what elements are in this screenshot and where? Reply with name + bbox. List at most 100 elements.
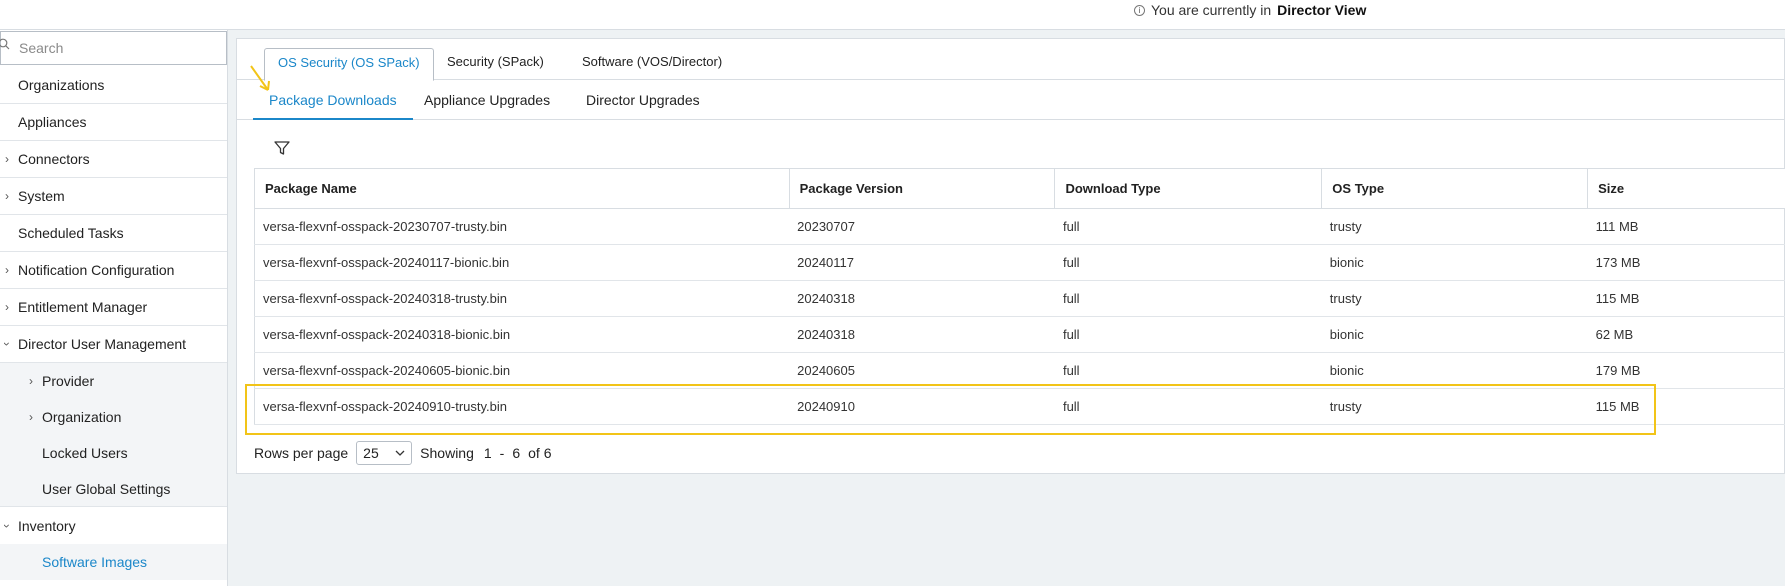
table-row[interactable]: versa-flexvnf-osspack-20240318-trusty.bi…: [254, 280, 1785, 317]
tab-label: Director Upgrades: [586, 92, 700, 108]
column-header[interactable]: Package Name: [254, 168, 790, 209]
sidebar: Organizations Appliances › Connectors › …: [0, 30, 228, 586]
sidebar-item-label: Notification Configuration: [18, 262, 175, 278]
download-type-cell: full: [1054, 208, 1322, 245]
sidebar-item-entitlement-manager[interactable]: › Entitlement Manager: [0, 289, 227, 326]
download-type-cell: full: [1054, 352, 1322, 389]
rows-per-page-select[interactable]: 25: [356, 441, 413, 465]
chevron-right-icon[interactable]: ›: [29, 374, 33, 388]
sidebar-item-scheduled-tasks[interactable]: Scheduled Tasks: [0, 215, 227, 252]
chevron-right-icon[interactable]: ›: [29, 410, 33, 424]
download-type-cell: full: [1054, 388, 1322, 425]
os-type-cell: bionic: [1321, 352, 1588, 389]
sidebar-item-label: Inventory: [18, 517, 76, 534]
showing-label: Showing: [420, 445, 474, 461]
download-type-cell: full: [1054, 244, 1322, 281]
packages-table: Package Name Package Version Download Ty…: [254, 168, 1785, 425]
sidebar-nav: Organizations Appliances › Connectors › …: [0, 67, 227, 580]
os-type-cell: trusty: [1321, 388, 1588, 425]
os-type-cell: bionic: [1321, 316, 1588, 353]
sidebar-item-label: Organizations: [18, 77, 105, 93]
table-row[interactable]: versa-flexvnf-osspack-20240605-bionic.bi…: [254, 352, 1785, 389]
chevron-right-icon[interactable]: ›: [5, 189, 9, 203]
tab-label: OS Security (OS SPack): [278, 55, 420, 70]
column-header[interactable]: Package Version: [788, 168, 1056, 209]
sidebar-item-label: User Global Settings: [42, 480, 171, 497]
chevron-right-icon[interactable]: ›: [5, 300, 9, 314]
sidebar-item-connectors[interactable]: › Connectors: [0, 141, 227, 178]
package-name-cell: versa-flexvnf-osspack-20240605-bionic.bi…: [254, 352, 790, 389]
tab-appliance-upgrades[interactable]: Appliance Upgrades: [408, 80, 566, 120]
sidebar-item-organization[interactable]: › Organization: [0, 399, 227, 435]
tab-security-spack[interactable]: Security (SPack): [434, 48, 557, 81]
rows-per-page-value: 25: [363, 445, 379, 461]
sidebar-item-label: Connectors: [18, 151, 90, 167]
top-banner: i You are currently in Director View: [0, 0, 1785, 30]
package-name-cell: versa-flexvnf-osspack-20240117-bionic.bi…: [254, 244, 790, 281]
package-name-cell: versa-flexvnf-osspack-20240318-bionic.bi…: [254, 316, 790, 353]
os-type-cell: trusty: [1321, 280, 1588, 317]
sidebar-item-label: Organization: [42, 409, 122, 425]
column-header[interactable]: OS Type: [1321, 168, 1589, 209]
chevron-down-icon: [395, 450, 405, 456]
table-row[interactable]: versa-flexvnf-osspack-20230707-trusty.bi…: [254, 208, 1785, 245]
sidebar-item-label: Appliances: [18, 114, 87, 130]
sidebar-item-label: System: [18, 188, 65, 204]
sidebar-item-label: Scheduled Tasks: [18, 225, 124, 241]
package-name-cell: versa-flexvnf-osspack-20240910-trusty.bi…: [254, 388, 790, 425]
column-header[interactable]: Size: [1587, 168, 1785, 209]
sidebar-item-organizations[interactable]: Organizations: [0, 67, 227, 104]
search-input[interactable]: [19, 40, 214, 56]
size-cell: 173 MB: [1587, 244, 1785, 281]
package-name-cell: versa-flexvnf-osspack-20230707-trusty.bi…: [254, 208, 790, 245]
sidebar-item-provider[interactable]: › Provider: [0, 363, 227, 399]
tab-label: Appliance Upgrades: [424, 92, 551, 108]
view-prefix: You are currently in: [1151, 2, 1272, 18]
sidebar-item-director-user-management[interactable]: › Director User Management: [0, 326, 227, 363]
download-type-cell: full: [1054, 316, 1322, 353]
sidebar-item-appliances[interactable]: Appliances: [0, 104, 227, 141]
tab-label: Package Downloads: [269, 92, 397, 108]
pagination: Rows per page 25 Showing 1 - 6 of 6: [254, 441, 552, 465]
sidebar-item-label: Provider: [42, 373, 95, 389]
sidebar-item-inventory[interactable]: › Inventory: [0, 507, 227, 544]
rows-per-page-label: Rows per page: [254, 445, 349, 461]
sidebar-item-label: Software Images: [42, 554, 148, 570]
tab-package-downloads[interactable]: Package Downloads: [253, 80, 413, 120]
sidebar-item-user-global-settings[interactable]: User Global Settings: [0, 471, 227, 507]
download-type-cell: full: [1054, 280, 1322, 317]
package-version-cell: 20240910: [789, 388, 1055, 425]
view-indicator: i You are currently in Director View: [1134, 2, 1366, 18]
filter-icon[interactable]: [274, 140, 290, 156]
view-name: Director View: [1277, 2, 1367, 18]
chevron-down-icon[interactable]: ›: [0, 524, 14, 528]
range-separator: -: [499, 445, 505, 461]
os-type-cell: bionic: [1321, 244, 1588, 281]
package-name-cell: versa-flexvnf-osspack-20240318-trusty.bi…: [254, 280, 790, 317]
tab-director-upgrades[interactable]: Director Upgrades: [570, 80, 716, 120]
info-icon: i: [1134, 4, 1145, 16]
chevron-down-icon[interactable]: ›: [0, 342, 14, 346]
column-header[interactable]: Download Type: [1054, 168, 1323, 209]
sidebar-item-notification-configuration[interactable]: › Notification Configuration: [0, 252, 227, 289]
secondary-tabs: Package Downloads Appliance Upgrades Dir…: [237, 80, 1785, 120]
sidebar-item-software-images[interactable]: Software Images: [0, 544, 227, 580]
size-cell: 115 MB: [1587, 280, 1785, 317]
tab-software-vos-director[interactable]: Software (VOS/Director): [569, 48, 735, 81]
search-box[interactable]: [0, 31, 227, 65]
range-start: 1: [483, 445, 492, 461]
os-type-cell: trusty: [1321, 208, 1588, 245]
table-row[interactable]: versa-flexvnf-osspack-20240910-trusty.bi…: [254, 388, 1785, 425]
chevron-right-icon[interactable]: ›: [5, 263, 9, 277]
size-cell: 62 MB: [1587, 316, 1785, 353]
tab-label: Security (SPack): [447, 54, 544, 69]
table-row[interactable]: versa-flexvnf-osspack-20240318-bionic.bi…: [254, 316, 1785, 353]
sidebar-item-label: Entitlement Manager: [18, 299, 148, 315]
table-row[interactable]: versa-flexvnf-osspack-20240117-bionic.bi…: [254, 244, 1785, 281]
range-end: 6: [512, 445, 521, 461]
sidebar-item-system[interactable]: › System: [0, 178, 227, 215]
tab-os-security[interactable]: OS Security (OS SPack): [264, 48, 434, 81]
chevron-right-icon[interactable]: ›: [5, 152, 9, 166]
sidebar-item-locked-users[interactable]: Locked Users: [0, 435, 227, 471]
search-icon: [0, 38, 10, 50]
